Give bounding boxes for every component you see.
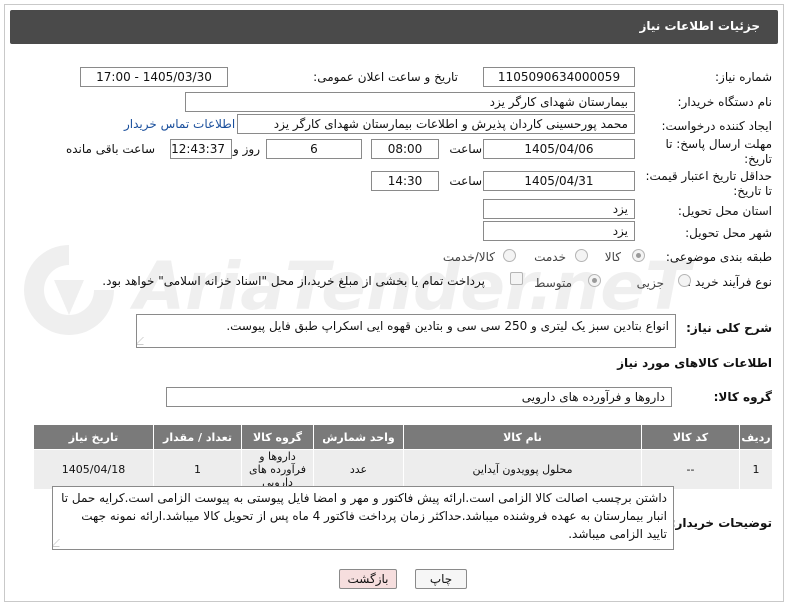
- announce-field: 1405/03/30 - 17:00: [80, 67, 228, 87]
- requester-field: محمد پورحسینی کاردان پذیرش و اطلاعات بیم…: [237, 114, 635, 134]
- description-textarea: انواع بتادین سبز یک لیتری و 250 سی سی و …: [136, 314, 676, 348]
- category-radio-service[interactable]: [575, 249, 588, 262]
- validity-time-label: ساعت: [449, 174, 482, 188]
- deadline-label-line1: مهلت ارسال پاسخ: تا: [665, 137, 772, 151]
- back-button[interactable]: بازگشت: [339, 569, 397, 589]
- buyer-notes-textarea: داشتن برچسب اصالت کالا الزامی است.ارائه …: [52, 486, 674, 550]
- process-option-minor: جزیی: [636, 276, 664, 290]
- description-label: شرح کلی نیاز:: [686, 321, 772, 335]
- col-header-quantity: تعداد / مقدار: [153, 424, 242, 450]
- validity-time-field: 14:30: [371, 171, 439, 191]
- cell-need-date: 1405/04/18: [33, 449, 154, 490]
- goods-table: ردیف کد کالا نام کالا واحد شمارش گروه کا…: [33, 424, 773, 490]
- requester-label: ایجاد کننده درخواست:: [661, 119, 772, 133]
- table-header-row: ردیف کد کالا نام کالا واحد شمارش گروه کا…: [33, 424, 773, 450]
- table-row: 1 -- محلول پوویدون آیداین عدد داروها و ف…: [33, 449, 773, 490]
- buyer-org-label: نام دستگاه خریدار:: [677, 95, 773, 109]
- city-field: یزد: [483, 221, 635, 241]
- validity-date-field: 1405/04/31: [483, 171, 635, 191]
- remaining-time-label: ساعت باقی مانده: [65, 142, 155, 156]
- deadline-time-field: 08:00: [371, 139, 439, 159]
- description-text: انواع بتادین سبز یک لیتری و 250 سی سی و …: [226, 319, 669, 333]
- col-header-unit: واحد شمارش: [313, 424, 404, 450]
- process-label: نوع فرآیند خرید :: [687, 275, 772, 289]
- buyer-notes-label: توضیحات خریدار:: [670, 516, 772, 530]
- cell-row-number: 1: [739, 449, 773, 490]
- remaining-time-field: 12:43:37: [170, 139, 232, 159]
- province-field: یزد: [483, 199, 635, 219]
- category-option-service: خدمت: [534, 250, 566, 264]
- category-option-goods-service: کالا/خدمت: [442, 250, 495, 264]
- buyer-org-field: بیمارستان شهدای کارگر یزد: [185, 92, 635, 112]
- cell-unit: عدد: [313, 449, 404, 490]
- deadline-label-line2: تاریخ:: [744, 152, 772, 166]
- min-validity-label-line1: حداقل تاریخ اعتبار قیمت:: [645, 169, 772, 183]
- category-option-goods: کالا: [604, 250, 621, 264]
- days-field: 6: [266, 139, 362, 159]
- cell-quantity: 1: [153, 449, 242, 490]
- cell-item-group: داروها و فرآورده های دارویی: [241, 449, 314, 490]
- deadline-time-label: ساعت: [449, 142, 482, 156]
- cell-item-name: محلول پوویدون آیداین: [403, 449, 642, 490]
- cell-item-code: --: [641, 449, 740, 490]
- goods-group-field: داروها و فرآورده های دارویی: [166, 387, 672, 407]
- col-header-item-code: کد کالا: [641, 424, 740, 450]
- goods-group-label: گروه کالا:: [713, 390, 772, 404]
- treasury-payment-checkbox[interactable]: [510, 272, 523, 285]
- process-radio-medium[interactable]: [588, 274, 601, 287]
- goods-info-title: اطلاعات کالاهای مورد نیاز: [617, 356, 772, 370]
- col-header-row-number: ردیف: [739, 424, 773, 450]
- need-number-field: 1105090634000059: [483, 67, 635, 87]
- treasury-payment-text: پرداخت تمام یا بخشی از مبلغ خرید،از محل …: [102, 274, 485, 288]
- category-label: طبقه بندی موضوعی:: [665, 250, 772, 264]
- col-header-item-name: نام کالا: [403, 424, 642, 450]
- col-header-need-date: تاریخ نیاز: [33, 424, 154, 450]
- print-button[interactable]: چاپ: [415, 569, 467, 589]
- resize-handle-icon[interactable]: [53, 539, 67, 547]
- buyer-contact-link[interactable]: اطلاعات تماس خریدار: [124, 117, 235, 131]
- category-radio-goods-service[interactable]: [503, 249, 516, 262]
- days-label: روز و: [233, 142, 260, 156]
- process-option-medium: متوسط: [534, 276, 572, 290]
- col-header-item-group: گروه کالا: [241, 424, 314, 450]
- buyer-notes-text: داشتن برچسب اصالت کالا الزامی است.ارائه …: [61, 491, 667, 541]
- city-label: شهر محل تحویل:: [685, 226, 772, 240]
- resize-handle-icon[interactable]: [137, 337, 151, 345]
- deadline-date-field: 1405/04/06: [483, 139, 635, 159]
- province-label: استان محل تحویل:: [677, 204, 772, 218]
- need-number-label: شماره نیاز:: [715, 70, 772, 84]
- page-title: جزئیات اطلاعات نیاز: [639, 19, 760, 33]
- process-radio-minor[interactable]: [678, 274, 691, 287]
- page-header: جزئیات اطلاعات نیاز: [10, 10, 778, 44]
- min-validity-label-line2: تا تاریخ:: [733, 184, 772, 198]
- category-radio-goods[interactable]: [632, 249, 645, 262]
- announce-label: تاریخ و ساعت اعلان عمومی:: [313, 70, 458, 84]
